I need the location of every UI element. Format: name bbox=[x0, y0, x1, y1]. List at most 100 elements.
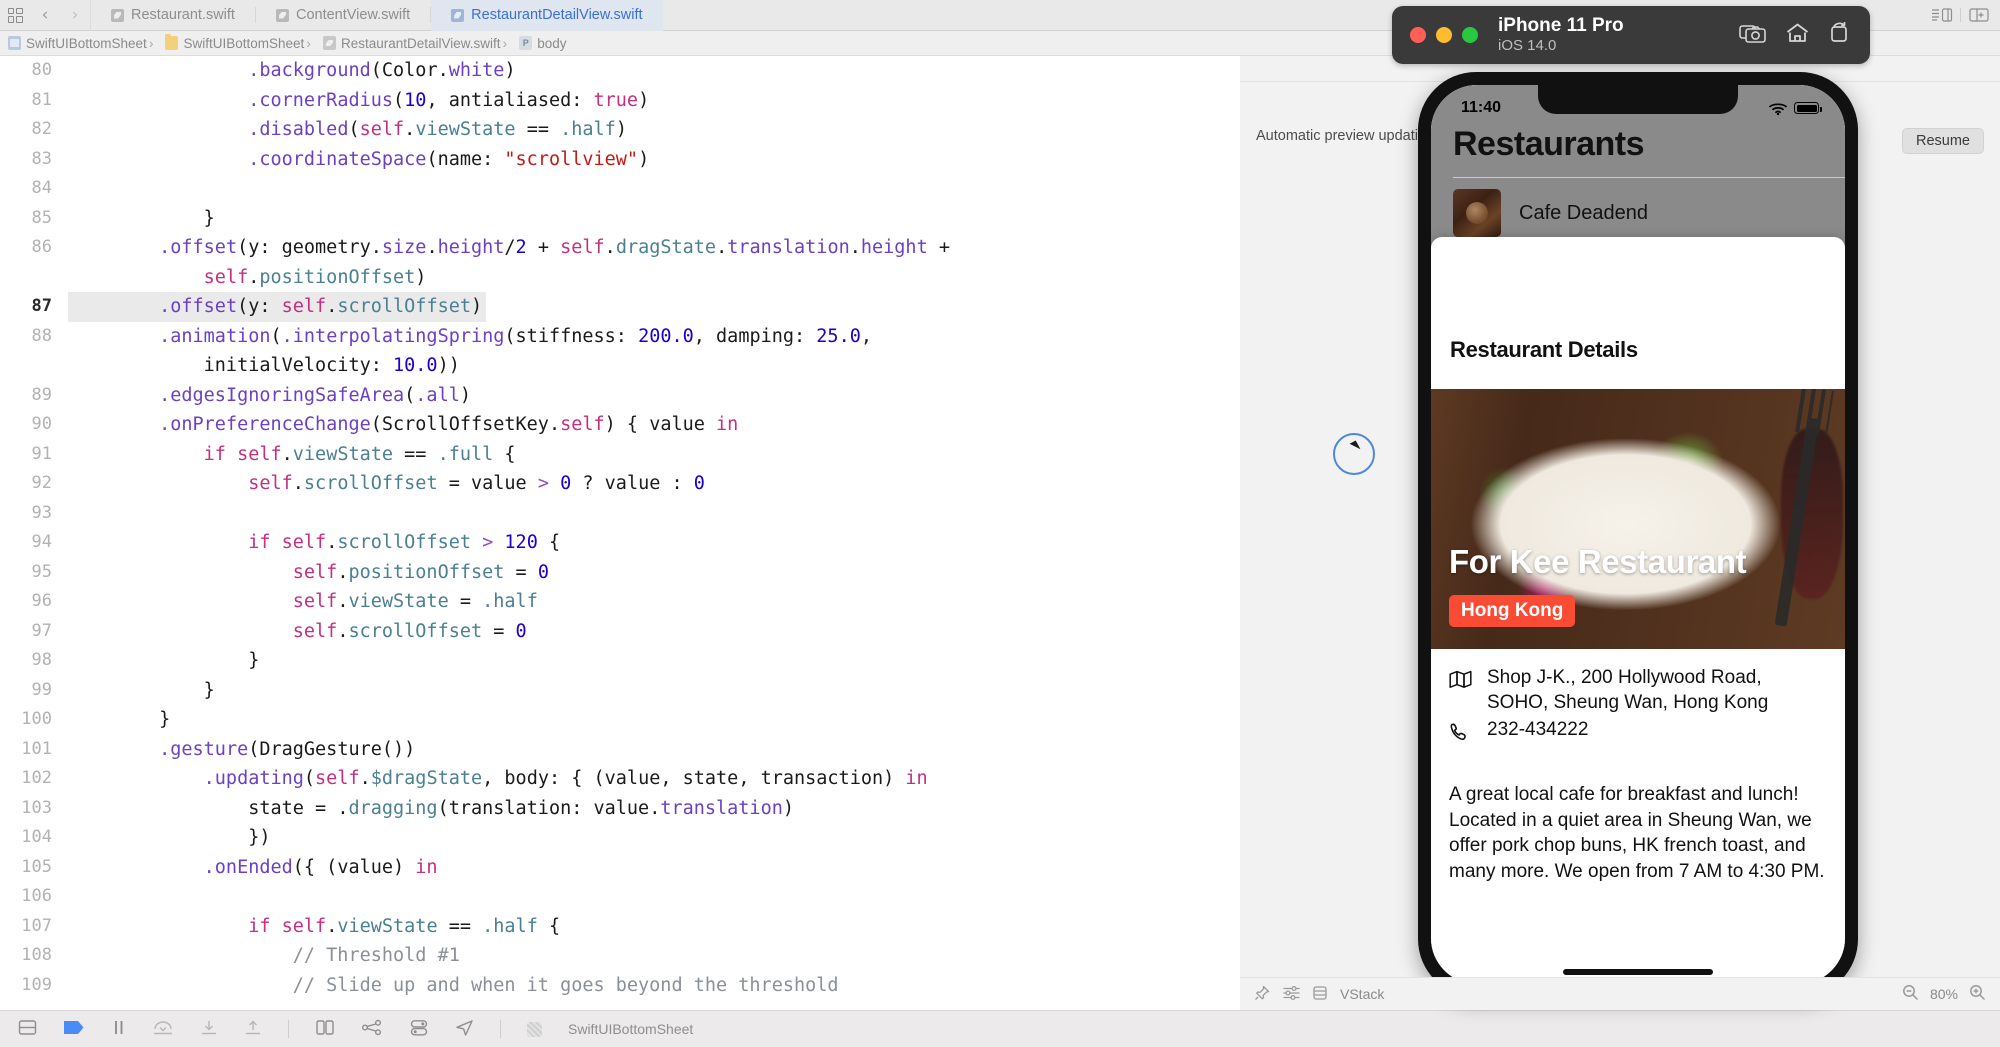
line-content[interactable]: state = .dragging(translation: value.tra… bbox=[68, 794, 1240, 824]
breakpoint-icon[interactable] bbox=[63, 1020, 85, 1038]
code-line[interactable]: 98 } bbox=[0, 646, 1240, 676]
nav-back-button[interactable]: ‹ bbox=[30, 0, 60, 31]
view-hierarchy-icon[interactable] bbox=[315, 1019, 335, 1039]
line-content[interactable]: if self.scrollOffset > 120 { bbox=[68, 528, 1240, 558]
code-line[interactable]: 90 .onPreferenceChange(ScrollOffsetKey.s… bbox=[0, 410, 1240, 440]
step-over-icon[interactable] bbox=[152, 1019, 174, 1039]
line-content[interactable]: } bbox=[68, 676, 1240, 706]
panel-icon[interactable] bbox=[18, 1019, 37, 1039]
environment-overrides-icon[interactable] bbox=[409, 1019, 429, 1039]
code-line[interactable]: 108 // Threshold #1 bbox=[0, 941, 1240, 971]
code-line[interactable]: initialVelocity: 10.0)) bbox=[0, 351, 1240, 381]
source-editor[interactable]: 80 .background(Color.white) 81 .cornerRad… bbox=[0, 56, 1240, 1010]
close-button[interactable] bbox=[1410, 27, 1426, 43]
code-line[interactable]: 95 self.positionOffset = 0 bbox=[0, 558, 1240, 588]
code-line[interactable]: 93 bbox=[0, 499, 1240, 529]
line-content[interactable]: self.scrollOffset = 0 bbox=[68, 617, 1240, 647]
tab-restaurantdetailview-swift[interactable]: RestaurantDetailView.swift bbox=[431, 0, 663, 31]
code-line[interactable]: 92 self.scrollOffset = value > 0 ? value… bbox=[0, 469, 1240, 499]
code-line[interactable]: 85 } bbox=[0, 204, 1240, 234]
step-into-icon[interactable] bbox=[200, 1019, 218, 1039]
line-content[interactable]: } bbox=[68, 204, 1240, 234]
line-content[interactable]: .coordinateSpace(name: "scrollview") bbox=[68, 145, 1240, 175]
line-content[interactable]: .offset(y: geometry.size.height/2 + self… bbox=[68, 233, 1240, 263]
nav-forward-button[interactable]: › bbox=[60, 0, 90, 31]
rotate-icon[interactable] bbox=[1828, 21, 1852, 49]
resume-button[interactable]: Resume bbox=[1902, 128, 1984, 154]
line-content[interactable]: if self.viewState == .full { bbox=[68, 440, 1240, 470]
tab-restaurant-swift[interactable]: Restaurant.swift bbox=[91, 0, 255, 31]
code-line[interactable]: 84 bbox=[0, 174, 1240, 204]
phone-screen[interactable]: 11:40 Restaurants Cafe Deadend Restauran… bbox=[1431, 85, 1845, 984]
line-content[interactable]: .edgesIgnoringSafeArea(.all) bbox=[68, 381, 1240, 411]
code-line[interactable]: 97 self.scrollOffset = 0 bbox=[0, 617, 1240, 647]
code-line[interactable]: 96 self.viewState = .half bbox=[0, 587, 1240, 617]
code-line[interactable]: 106 bbox=[0, 882, 1240, 912]
code-line[interactable]: 104 }) bbox=[0, 823, 1240, 853]
toggle-navigator-button[interactable] bbox=[0, 0, 30, 31]
bottom-sheet[interactable]: Restaurant Details For Kee Restaurant Ho… bbox=[1431, 237, 1845, 984]
code-line[interactable]: 81 .cornerRadius(10, antialiased: true) bbox=[0, 86, 1240, 116]
breadcrumb-item-symbol[interactable]: P body bbox=[501, 35, 567, 51]
minimize-button[interactable] bbox=[1436, 27, 1452, 43]
line-content[interactable]: // Slide up and when it goes beyond the … bbox=[68, 971, 1240, 1001]
line-content[interactable]: } bbox=[68, 646, 1240, 676]
code-line[interactable]: 102 .updating(self.$dragState, body: { (… bbox=[0, 764, 1240, 794]
tab-contentview-swift[interactable]: ContentView.swift bbox=[256, 0, 430, 31]
line-content[interactable]: .cornerRadius(10, antialiased: true) bbox=[68, 86, 1240, 116]
line-content[interactable]: .offset(y: self.scrollOffset) bbox=[68, 292, 487, 322]
layers-icon[interactable] bbox=[1313, 985, 1327, 1004]
home-indicator[interactable] bbox=[1563, 969, 1713, 975]
line-content[interactable]: .background(Color.white) bbox=[68, 56, 1240, 86]
add-editor-icon[interactable] bbox=[1968, 7, 1990, 23]
list-item[interactable]: Cafe Deadend bbox=[1453, 185, 1845, 241]
pause-icon[interactable] bbox=[111, 1019, 126, 1039]
line-content[interactable]: } bbox=[68, 705, 1240, 735]
code-lines[interactable]: 80 .background(Color.white) 81 .cornerRad… bbox=[0, 56, 1240, 1010]
line-content[interactable]: .onPreferenceChange(ScrollOffsetKey.self… bbox=[68, 410, 1240, 440]
code-line[interactable]: 89 .edgesIgnoringSafeArea(.all) bbox=[0, 381, 1240, 411]
breadcrumb-item-folder[interactable]: SwiftUIBottomSheet bbox=[147, 34, 304, 51]
editor-layout-icon[interactable] bbox=[1931, 7, 1953, 23]
code-line[interactable]: 100 } bbox=[0, 705, 1240, 735]
line-content[interactable]: self.scrollOffset = value > 0 ? value : … bbox=[68, 469, 1240, 499]
maximize-button[interactable] bbox=[1462, 27, 1478, 43]
code-line[interactable]: 91 if self.viewState == .full { bbox=[0, 440, 1240, 470]
sliders-icon[interactable] bbox=[1283, 985, 1300, 1004]
code-line[interactable]: 103 state = .dragging(translation: value… bbox=[0, 794, 1240, 824]
code-line[interactable]: 105 .onEnded({ (value) in bbox=[0, 853, 1240, 883]
breadcrumb-item-project[interactable]: SwiftUIBottomSheet bbox=[8, 36, 147, 51]
line-content[interactable]: self.viewState = .half bbox=[68, 587, 1240, 617]
code-line[interactable]: 88 .animation(.interpolatingSpring(stiff… bbox=[0, 322, 1240, 352]
line-content[interactable]: .gesture(DragGesture()) bbox=[68, 735, 1240, 765]
code-line[interactable]: self.positionOffset) bbox=[0, 263, 1240, 293]
step-out-icon[interactable] bbox=[244, 1019, 262, 1039]
code-line[interactable]: 82 .disabled(self.viewState == .half) bbox=[0, 115, 1240, 145]
code-line[interactable]: 101 .gesture(DragGesture()) bbox=[0, 735, 1240, 765]
zoom-out-icon[interactable] bbox=[1902, 984, 1919, 1004]
breadcrumb-item-file[interactable]: RestaurantDetailView.swift bbox=[304, 35, 501, 51]
zoom-in-icon[interactable] bbox=[1969, 984, 1986, 1004]
code-line[interactable]: 86 .offset(y: geometry.size.height/2 + s… bbox=[0, 233, 1240, 263]
code-line[interactable]: 94 if self.scrollOffset > 120 { bbox=[0, 528, 1240, 558]
location-icon[interactable] bbox=[455, 1019, 474, 1039]
code-line[interactable]: 80 .background(Color.white) bbox=[0, 56, 1240, 86]
code-line[interactable]: 83 .coordinateSpace(name: "scrollview") bbox=[0, 145, 1240, 175]
code-line[interactable]: 107 if self.viewState == .half { bbox=[0, 912, 1240, 942]
line-content[interactable]: initialVelocity: 10.0)) bbox=[68, 351, 1240, 381]
line-content[interactable]: self.positionOffset = 0 bbox=[68, 558, 1240, 588]
memory-graph-icon[interactable] bbox=[361, 1019, 383, 1039]
screenshot-icon[interactable] bbox=[1739, 22, 1767, 49]
line-content[interactable]: // Threshold #1 bbox=[68, 941, 1240, 971]
line-content[interactable]: .disabled(self.viewState == .half) bbox=[68, 115, 1240, 145]
code-line[interactable]: 109 // Slide up and when it goes beyond … bbox=[0, 971, 1240, 1001]
line-content[interactable]: if self.viewState == .half { bbox=[68, 912, 1240, 942]
line-content[interactable]: .onEnded({ (value) in bbox=[68, 853, 1240, 883]
line-content[interactable]: }) bbox=[68, 823, 1240, 853]
code-line[interactable]: 99 } bbox=[0, 676, 1240, 706]
code-line[interactable]: 87 .offset(y: self.scrollOffset) bbox=[0, 292, 1240, 322]
pin-icon[interactable] bbox=[1254, 985, 1270, 1004]
iphone-simulator[interactable]: 11:40 Restaurants Cafe Deadend Restauran… bbox=[1418, 72, 1858, 997]
home-icon[interactable] bbox=[1785, 22, 1810, 49]
line-content[interactable]: .updating(self.$dragState, body: { (valu… bbox=[68, 764, 1240, 794]
